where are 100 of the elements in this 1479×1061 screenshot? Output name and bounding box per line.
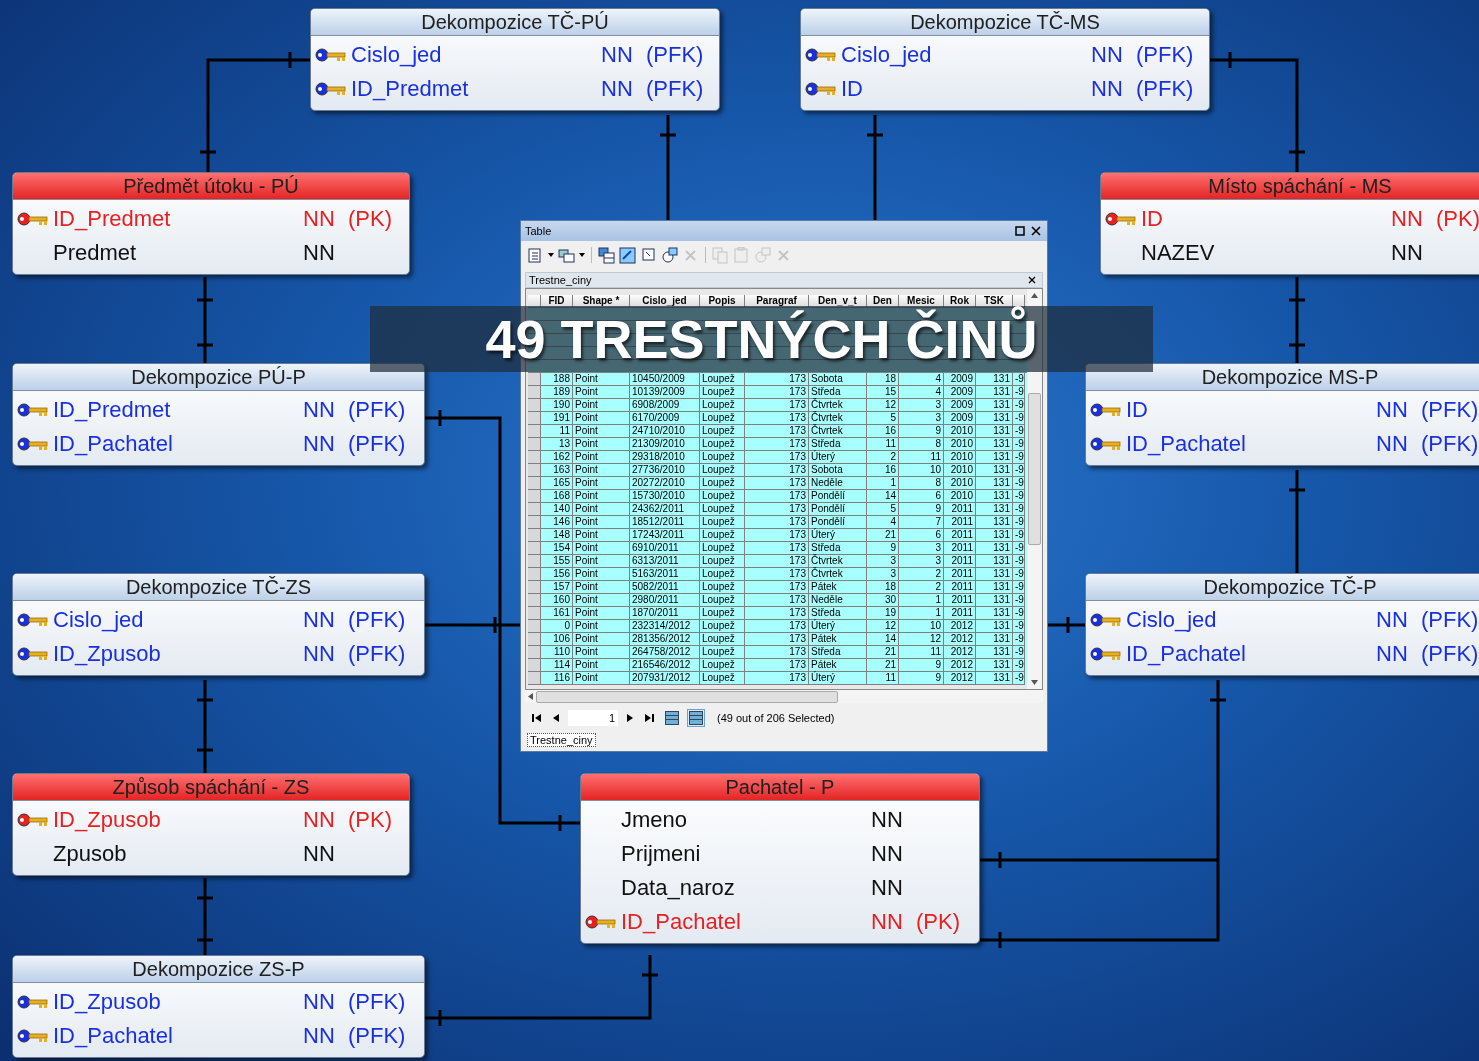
table-row[interactable]: 148 Point 17243/2011 Loupež 173 Úterý 21 6 2011 131 -9 [528, 529, 1027, 542]
table-cell: Sobota [811, 464, 843, 475]
table-cell: -9 [1015, 464, 1024, 475]
table-row[interactable]: 110 Point 264758/2012 Loupež 173 Středa 21 11 2012 131 -9 [528, 646, 1027, 659]
column-header[interactable] [1013, 295, 1025, 308]
scroll-down-icon[interactable] [1031, 680, 1038, 685]
table-row[interactable]: 116 Point 207931/2012 Loupež 173 Úterý 11 9 2012 131 -9 [528, 672, 1027, 685]
table-row[interactable]: 114 Point 216546/2012 Loupež 173 Pátek 21 9 2012 131 -9 [528, 659, 1027, 672]
table-cell: 216546/2012 [632, 659, 691, 670]
table-cell: Point [575, 516, 598, 527]
table-cell: 2011 [951, 581, 973, 592]
table-row[interactable]: 157 Point 5082/2011 Loupež 173 Pátek 18 2 2011 131 -9 [528, 581, 1027, 594]
table-row[interactable]: 161 Point 1870/2011 Loupež 173 Středa 19 1 2011 131 -9 [528, 607, 1027, 620]
table-row[interactable]: 165 Point 20272/2010 Loupež 173 Neděle 1 8 2010 131 -9 [528, 477, 1027, 490]
null-constraint: NN [303, 206, 335, 231]
null-constraint: NN [871, 841, 903, 866]
table-cell: Čtvrtek [811, 555, 843, 566]
table-row[interactable]: 106 Point 281356/2012 Loupež 173 Pátek 14 12 2012 131 -9 [528, 633, 1027, 646]
key-label: (PK) [348, 206, 392, 231]
key-label: (PFK) [1421, 607, 1479, 632]
table-cell: 173 [789, 386, 806, 397]
table-cell: 8 [935, 438, 941, 449]
first-page-button[interactable] [529, 712, 544, 724]
table-row[interactable]: 163 Point 27736/2010 Loupež 173 Sobota 16 10 2010 131 -9 [528, 464, 1027, 477]
table-row[interactable]: 13 Point 21309/2010 Loupež 173 Středa 11 8 2010 131 -9 [528, 438, 1027, 451]
table-cell: 3 [935, 412, 941, 423]
table-cell: 16 [884, 464, 896, 475]
table-tab[interactable]: Trestne_ciny [527, 733, 596, 747]
table-cell: -9 [1015, 581, 1024, 592]
table-row[interactable]: 0 Point 232314/2012 Loupež 173 Úterý 12 10 2012 131 -9 [528, 620, 1027, 633]
key-icon [17, 645, 49, 663]
table-cell: Loupež [702, 568, 735, 579]
table-cell: Point [575, 464, 598, 475]
table-cell: -9 [1015, 555, 1024, 566]
field-name: ID_Predmet [53, 397, 171, 422]
table-cell: 21 [884, 529, 896, 540]
scrollbar-thumb[interactable] [1028, 393, 1041, 545]
table-cell: 3 [935, 399, 941, 410]
table-cell: 0 [564, 620, 570, 631]
table-row[interactable]: 191 Point 6170/2009 Loupež 173 Čtvrtek 5 3 2009 131 -9 [528, 412, 1027, 425]
table-select-icon[interactable] [598, 246, 615, 264]
table-cell: -9 [1015, 607, 1024, 618]
scroll-left-icon[interactable] [528, 693, 533, 700]
relationship-line [1048, 617, 1085, 633]
table-row[interactable]: 190 Point 6908/2009 Loupež 173 Čtvrtek 12 3 2009 131 -9 [528, 399, 1027, 412]
field-name: Cislo_jed [351, 42, 442, 67]
scroll-up-icon[interactable] [1031, 293, 1038, 298]
entity-title: Místo spáchání - MS [1208, 174, 1392, 199]
table-cell: Loupež [702, 620, 735, 631]
table-cell: 6 [935, 529, 941, 540]
table-row[interactable]: 140 Point 24362/2011 Loupež 173 Pondělí 5 9 2011 131 -9 [528, 503, 1027, 516]
close-button[interactable] [1029, 224, 1043, 238]
layer-name: Trestne_ciny [529, 274, 593, 286]
key-label: (PFK) [348, 431, 406, 456]
table-cell: 173 [789, 516, 806, 527]
selected-records-view-button[interactable] [687, 709, 705, 727]
table-row[interactable]: 11 Point 24710/2010 Loupež 173 Čtvrtek 16 9 2010 131 -9 [528, 425, 1027, 438]
table-cell: 131 [993, 503, 1010, 514]
table-cell: 173 [789, 607, 806, 618]
table-cell: Úterý [811, 451, 835, 462]
table-row[interactable]: 189 Point 10139/2009 Loupež 173 Středa 15 4 2009 131 -9 [528, 386, 1027, 399]
table-cell: -9 [1015, 399, 1024, 410]
frame-icon[interactable] [640, 246, 657, 264]
table-cell: 173 [789, 373, 806, 384]
table-row[interactable]: 156 Point 5163/2011 Loupež 173 Čtvrtek 3 2 2011 131 -9 [528, 568, 1027, 581]
table-cell: 106 [553, 633, 570, 644]
table-cell: Pátek [811, 633, 837, 644]
zoom-icon[interactable] [661, 246, 678, 264]
maximize-button[interactable] [1013, 224, 1027, 238]
dropdown-caret-icon[interactable] [548, 253, 554, 257]
table-cell: Neděle [811, 594, 843, 605]
table-cell: 10 [929, 620, 941, 631]
table-cell: 173 [789, 646, 806, 657]
table-cell: -9 [1015, 490, 1024, 501]
table-cell: 131 [993, 451, 1010, 462]
null-constraint: NN [1376, 431, 1408, 456]
table-cell: 3 [890, 555, 896, 566]
table-cell: 6910/2011 [632, 542, 679, 553]
table-row[interactable]: 155 Point 6313/2011 Loupež 173 Čtvrtek 3 3 2011 131 -9 [528, 555, 1027, 568]
table-cell: 5163/2011 [632, 568, 679, 579]
table-row[interactable]: 160 Point 2980/2011 Loupež 173 Neděle 30 1 2011 131 -9 [528, 594, 1027, 607]
all-records-view-button[interactable] [663, 709, 681, 727]
null-constraint: NN [303, 397, 335, 422]
table-cell: 173 [789, 542, 806, 553]
table-cell: 173 [789, 620, 806, 631]
page-field[interactable]: 1 [568, 710, 618, 726]
table-cell: Pátek [811, 659, 837, 670]
field-name: ID_Zpusob [53, 989, 161, 1014]
table-row[interactable]: 162 Point 29318/2010 Loupež 173 Úterý 2 11 2010 131 -9 [528, 451, 1027, 464]
table-cell: 1870/2011 [632, 607, 679, 618]
table-row[interactable]: 146 Point 18512/2011 Loupež 173 Pondělí 4 7 2011 131 -9 [528, 516, 1027, 529]
null-constraint: NN [1376, 397, 1408, 422]
table-row[interactable]: 154 Point 6910/2011 Loupež 173 Středa 9 3 2011 131 -9 [528, 542, 1027, 555]
table-row[interactable]: 188 Point 10450/2009 Loupež 173 Sobota 18 4 2009 131 -9 [528, 373, 1027, 386]
table-row[interactable]: 168 Point 15730/2010 Loupež 173 Pondělí 14 6 2010 131 -9 [528, 490, 1027, 503]
last-page-button[interactable] [642, 712, 657, 724]
table-stack-icon[interactable] [558, 246, 575, 264]
entity-title: Předmět útoku - PÚ [123, 174, 299, 199]
horizontal-scrollbar[interactable] [525, 690, 1043, 703]
dropdown-caret-icon[interactable] [579, 253, 585, 257]
